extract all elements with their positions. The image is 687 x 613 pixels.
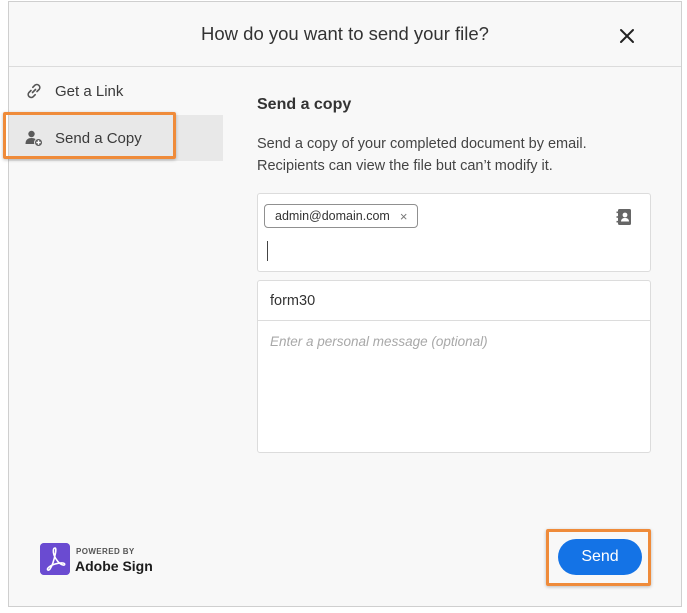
send-file-dialog: How do you want to send your file? Get a…	[8, 1, 682, 607]
brand-name: Adobe Sign	[75, 558, 153, 574]
link-icon	[27, 83, 41, 99]
highlight-send-copy	[3, 112, 176, 159]
section-title: Send a copy	[257, 96, 352, 113]
subject-input[interactable]	[258, 281, 650, 321]
address-book-icon[interactable]	[615, 208, 633, 226]
text-cursor	[267, 241, 268, 261]
remove-recipient-button[interactable]: ×	[400, 209, 408, 224]
dialog-title: How do you want to send your file?	[201, 23, 489, 44]
dialog-header: How do you want to send your file?	[9, 2, 681, 67]
description-line: Send a copy of your completed document b…	[257, 136, 587, 152]
recipients-field[interactable]: admin@domain.com ×	[257, 193, 651, 272]
message-box	[257, 280, 651, 453]
description-line: Recipients can view the file but can’t m…	[257, 158, 553, 174]
adobe-sign-logo-icon	[40, 543, 70, 575]
sidebar-item-get-link[interactable]: Get a Link	[9, 68, 223, 114]
sidebar-item-label: Get a Link	[55, 82, 124, 100]
send-button[interactable]: Send	[558, 539, 642, 575]
personal-message-input[interactable]	[258, 322, 650, 452]
powered-by-label: POWERED BY	[76, 547, 135, 556]
recipient-chip: admin@domain.com ×	[264, 204, 419, 228]
recipient-email: admin@domain.com	[275, 209, 390, 223]
close-icon[interactable]	[618, 27, 636, 45]
section-description: Send a copy of your completed document b…	[257, 133, 587, 177]
